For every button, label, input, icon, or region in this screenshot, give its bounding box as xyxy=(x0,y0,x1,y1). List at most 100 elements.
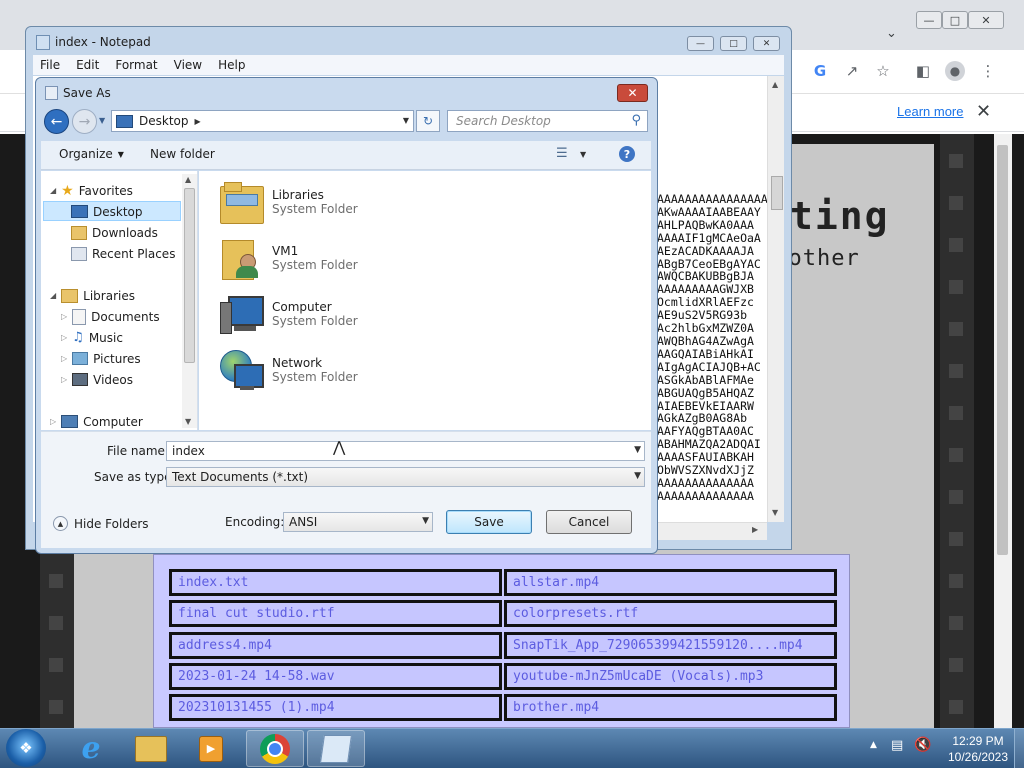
refresh-icon[interactable]: ↻ xyxy=(416,110,440,132)
show-desktop-button[interactable] xyxy=(1014,729,1024,768)
expand-icon[interactable]: ▷ xyxy=(61,312,67,321)
file-name-label: File name: xyxy=(107,444,169,458)
notepad-text-line: AKwAAAAIAABEAAY xyxy=(657,204,761,219)
expand-icon[interactable]: ▷ xyxy=(61,375,67,384)
expand-icon[interactable]: ▷ xyxy=(61,333,67,342)
right-film-strip xyxy=(940,134,974,728)
list-item[interactable]: Computer System Folder xyxy=(218,292,358,336)
file-link[interactable]: colorpresets.rtf xyxy=(504,600,837,627)
media-player-taskbar-icon[interactable]: ▶ xyxy=(182,730,240,767)
notepad-taskbar-icon[interactable] xyxy=(307,730,365,767)
address-location[interactable]: Desktop xyxy=(139,114,189,128)
system-clock[interactable]: 12:29 PM 10/26/2023 xyxy=(938,733,1018,765)
menu-view[interactable]: View xyxy=(174,58,202,72)
chevron-down-icon[interactable]: ▼ xyxy=(634,445,641,455)
file-link[interactable]: SnapTik_App_729065399421559120....mp4 xyxy=(504,632,837,659)
file-link[interactable]: index.txt xyxy=(169,569,502,596)
menu-edit[interactable]: Edit xyxy=(76,58,99,72)
dialog-close-button[interactable]: ✕ xyxy=(617,84,648,102)
bookmark-star-icon[interactable]: ☆ xyxy=(872,60,894,82)
file-link[interactable]: final cut studio.rtf xyxy=(169,600,502,627)
nav-item-downloads[interactable]: Downloads xyxy=(71,223,158,242)
browser-minimize-button[interactable]: — xyxy=(916,11,942,29)
browser-menu-icon[interactable]: ⋮ xyxy=(977,60,999,82)
menu-format[interactable]: Format xyxy=(115,58,157,72)
file-link[interactable]: address4.mp4 xyxy=(169,632,502,659)
new-folder-button[interactable]: New folder xyxy=(150,147,215,161)
show-hidden-icons[interactable]: ▲ xyxy=(870,740,877,750)
menu-file[interactable]: File xyxy=(40,58,60,72)
browser-maximize-button[interactable]: □ xyxy=(942,11,968,29)
profile-avatar-icon[interactable]: ● xyxy=(944,60,966,82)
explorer-taskbar-icon[interactable] xyxy=(122,730,180,767)
nav-scrollbar-thumb[interactable] xyxy=(184,188,195,363)
address-bar[interactable]: Desktop ▶ ▼ xyxy=(111,110,414,132)
google-lens-icon[interactable]: G xyxy=(809,60,831,82)
views-dropdown-icon[interactable]: ▼ xyxy=(580,150,586,159)
nav-item-pictures[interactable]: ▷ Pictures xyxy=(61,349,141,368)
share-icon[interactable]: ↗ xyxy=(841,60,863,82)
infobar-close-icon[interactable]: ✕ xyxy=(976,101,991,122)
notepad-minimize-button[interactable]: — xyxy=(687,36,714,51)
music-icon: ♫ xyxy=(72,330,84,345)
help-icon[interactable]: ? xyxy=(619,146,635,162)
nav-item-videos[interactable]: ▷ Videos xyxy=(61,370,133,389)
nav-computer[interactable]: ▷ Computer xyxy=(50,412,143,431)
file-link[interactable]: 2023-01-24 14-58.wav xyxy=(169,663,502,690)
collapse-icon[interactable]: ◢ xyxy=(50,186,56,195)
forward-arrow-icon[interactable]: → xyxy=(72,109,97,134)
file-link[interactable]: allstar.mp4 xyxy=(504,569,837,596)
list-item[interactable]: Network System Folder xyxy=(218,348,358,392)
cancel-button[interactable]: Cancel xyxy=(546,510,632,534)
nav-item-documents[interactable]: ▷ Documents xyxy=(61,307,160,326)
page-scrollbar-thumb[interactable] xyxy=(997,145,1008,555)
encoding-label: Encoding: xyxy=(225,515,285,529)
chevron-down-icon[interactable]: ▼ xyxy=(634,471,641,481)
tab-search-icon[interactable]: ⌄ xyxy=(886,26,897,41)
expand-icon[interactable]: ▷ xyxy=(50,417,56,426)
nav-item-recent-places[interactable]: Recent Places xyxy=(71,244,175,263)
file-link[interactable]: 202310131455 (1).mp4 xyxy=(169,694,502,721)
file-name-field[interactable]: index ▼ xyxy=(166,441,645,461)
collapse-icon[interactable]: ◢ xyxy=(50,291,56,300)
recent-locations-dropdown-icon[interactable]: ▼ xyxy=(99,116,105,125)
side-panel-icon[interactable]: ◧ xyxy=(912,60,934,82)
nav-item-label: Videos xyxy=(93,372,134,387)
list-item[interactable]: Libraries System Folder xyxy=(218,180,358,224)
chevron-down-icon[interactable]: ▼ xyxy=(422,516,429,526)
start-button[interactable]: ❖ xyxy=(6,729,46,767)
list-item[interactable]: VM1 System Folder xyxy=(218,236,358,280)
notepad-maximize-button[interactable]: □ xyxy=(720,36,747,51)
search-input[interactable]: Search Desktop ⚲ xyxy=(447,110,648,132)
nav-item-label: Downloads xyxy=(92,225,158,240)
notepad-close-button[interactable]: ✕ xyxy=(753,36,780,51)
menu-help[interactable]: Help xyxy=(218,58,245,72)
notepad-text-line: ABGUAQgB5AHQAZ xyxy=(657,385,754,400)
expand-icon[interactable]: ▷ xyxy=(61,354,67,363)
save-button[interactable]: Save xyxy=(446,510,532,534)
notepad-vertical-scrollbar[interactable]: ▲ ▼ xyxy=(767,76,784,522)
address-dropdown-icon[interactable]: ▼ xyxy=(403,116,409,125)
network-globe-icon xyxy=(218,348,264,392)
internet-explorer-taskbar-icon[interactable]: e xyxy=(62,730,120,767)
browser-close-button[interactable]: ✕ xyxy=(968,11,1004,29)
hide-folders-button[interactable]: ▲ Hide Folders xyxy=(53,516,149,531)
address-chevron-icon[interactable]: ▶ xyxy=(195,117,201,126)
chrome-taskbar-icon[interactable] xyxy=(246,730,304,767)
nav-favorites[interactable]: ◢ ★ Favorites xyxy=(50,181,133,200)
organize-button[interactable]: Organize ▼ xyxy=(59,147,124,161)
back-arrow-icon[interactable]: ← xyxy=(44,109,69,134)
learn-more-link[interactable]: Learn more xyxy=(897,104,963,119)
save-type-select[interactable]: Text Documents (*.txt) ▼ xyxy=(166,467,645,487)
nav-item-desktop[interactable]: Desktop xyxy=(71,202,143,221)
page-heading: ting xyxy=(790,194,890,238)
nav-item-music[interactable]: ▷ ♫ Music xyxy=(61,328,123,347)
network-status-icon[interactable]: ▤ xyxy=(891,738,903,753)
encoding-select[interactable]: ANSI ▼ xyxy=(283,512,433,532)
volume-muted-icon[interactable]: 🔇 xyxy=(914,737,931,753)
file-link[interactable]: youtube-mJnZ5mUcaDE (Vocals).mp3 xyxy=(504,663,837,690)
views-icon[interactable]: ☰ xyxy=(556,146,568,161)
nav-libraries[interactable]: ◢ Libraries xyxy=(50,286,135,305)
file-link[interactable]: brother.mp4 xyxy=(504,694,837,721)
notepad-horizontal-scrollbar[interactable]: ▶ xyxy=(657,522,767,540)
